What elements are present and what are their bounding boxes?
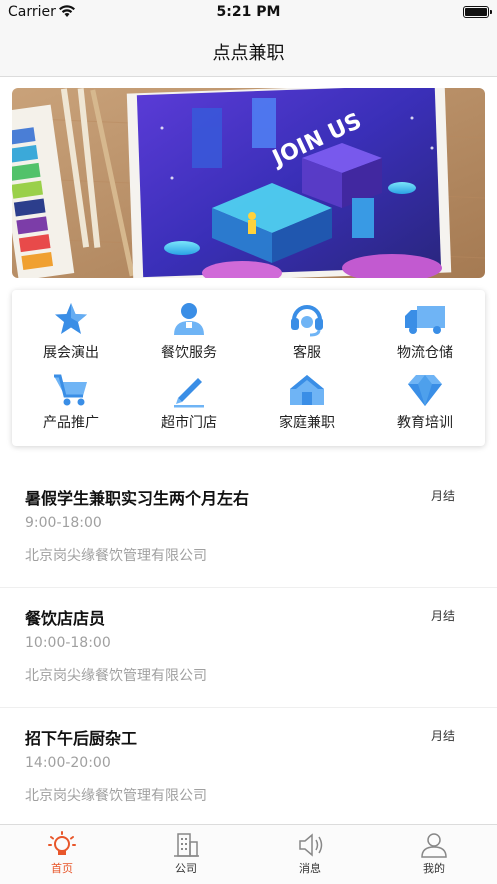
job-list-item[interactable]: 餐饮店店员 月结 10:00-18:00 北京岗尖缘餐饮管理有限公司 [0,605,497,723]
headset-icon [291,305,323,337]
job-title: 招下午后厨杂工 [25,729,138,748]
house-icon [290,375,324,405]
user-icon [421,833,447,858]
job-company: 北京岗尖缘餐饮管理有限公司 [25,548,207,564]
job-pay-type: 月结 [430,609,455,623]
category-logistics[interactable]: 物流仓储 [366,300,484,370]
job-company: 北京岗尖缘餐饮管理有限公司 [25,788,207,804]
category-exhibition[interactable]: 展会演出 [12,300,130,370]
cart-icon [54,374,87,406]
category-label: 教育培训 [397,415,453,431]
category-label: 家庭兼职 [279,415,335,431]
category-customer-service[interactable]: 客服 [248,300,366,370]
category-supermarket[interactable]: 超市门店 [130,372,248,442]
tab-company[interactable]: 公司 [124,831,248,881]
category-grid: 展会演出 餐饮服务 客服 物流仓储 产品推广 超市门店 家庭兼职 教育培训 [12,290,485,446]
banner-image[interactable]: JOIN US [12,88,485,278]
status-bar: Carrier 5:21 PM [0,0,497,26]
category-label: 客服 [293,345,321,361]
category-household[interactable]: 家庭兼职 [248,372,366,442]
tab-bar: 首页 公司 消息 我的 [0,824,497,884]
job-list-item[interactable]: 暑假学生兼职实习生两个月左右 月结 9:00-18:00 北京岗尖缘餐饮管理有限… [0,485,497,603]
tab-label: 首页 [51,862,73,875]
diamond-icon [408,375,442,406]
navigation-bar: 点点兼职 [0,26,497,77]
category-label: 展会演出 [43,345,99,361]
job-hours: 9:00-18:00 [25,515,102,531]
tab-label: 公司 [175,862,197,875]
clock: 5:21 PM [216,4,281,20]
tab-home[interactable]: 首页 [0,831,124,881]
page-title: 点点兼职 [212,43,285,64]
category-label: 餐饮服务 [161,345,217,361]
tab-profile[interactable]: 我的 [372,831,496,881]
home-bulb-icon [48,831,76,855]
job-title: 餐饮店店员 [25,609,106,628]
tab-label: 我的 [423,862,445,875]
category-label: 物流仓储 [397,345,453,361]
job-hours: 10:00-18:00 [25,635,111,651]
job-pay-type: 月结 [430,489,455,503]
building-icon [174,833,199,857]
category-label: 超市门店 [161,415,217,431]
divider [0,587,497,588]
tab-messages[interactable]: 消息 [248,831,372,881]
job-title: 暑假学生兼职实习生两个月左右 [25,489,250,508]
banner-illustration: JOIN US [12,88,485,278]
job-hours: 14:00-20:00 [25,755,111,771]
category-education[interactable]: 教育培训 [366,372,484,442]
job-company: 北京岗尖缘餐饮管理有限公司 [25,668,207,684]
speaker-icon [299,833,323,857]
category-promotion[interactable]: 产品推广 [12,372,130,442]
pen-icon [174,378,204,408]
tab-label: 消息 [299,862,321,875]
category-catering[interactable]: 餐饮服务 [130,300,248,370]
job-pay-type: 月结 [430,729,455,743]
waiter-icon [174,303,204,335]
category-label: 产品推广 [43,415,99,431]
truck-icon [405,306,445,334]
battery-icon [463,6,492,18]
divider [0,707,497,708]
star-icon [55,303,87,334]
